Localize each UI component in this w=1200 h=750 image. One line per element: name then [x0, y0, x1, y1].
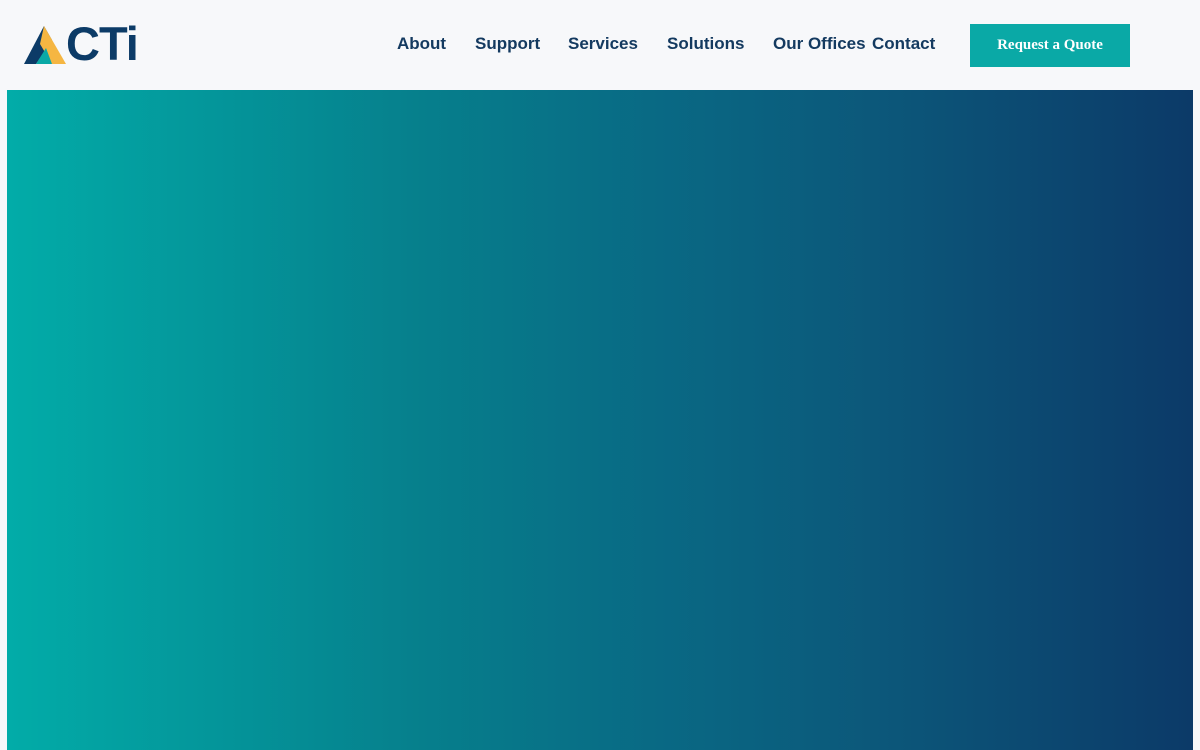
nav-solutions[interactable]: Solutions [667, 34, 744, 54]
nav-services[interactable]: Services [568, 34, 638, 54]
nav-support[interactable]: Support [475, 34, 540, 54]
nav-our-offices[interactable]: Our Offices [773, 34, 866, 54]
nav-about[interactable]: About [397, 34, 446, 54]
hero-banner [7, 90, 1193, 750]
nav-contact[interactable]: Contact [872, 34, 935, 54]
site-header: CTi About Support Services Solutions Our… [0, 0, 1200, 90]
request-quote-button[interactable]: Request a Quote [970, 24, 1130, 67]
